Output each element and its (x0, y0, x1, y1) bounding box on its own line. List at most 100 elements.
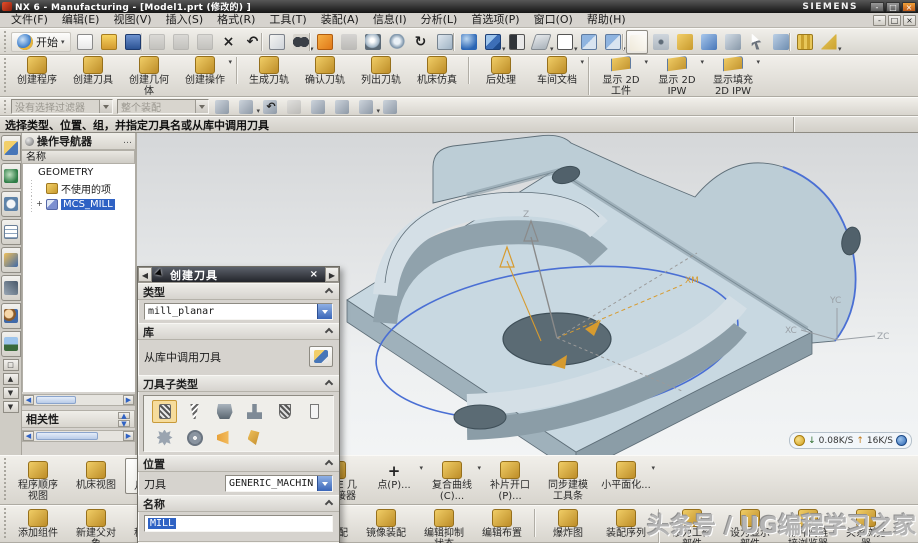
scroll-thumb[interactable] (36, 432, 98, 440)
toolbar-button[interactable]: ▾ (458, 30, 480, 54)
dialog-close-icon[interactable]: × (307, 269, 321, 280)
cam-toolbar-button[interactable]: 列出刀轨 ▾ (353, 54, 409, 87)
collapse-chevron-icon[interactable] (325, 287, 333, 295)
expander-icon[interactable] (27, 168, 36, 177)
toolbar-grip[interactable] (2, 100, 7, 113)
cam-toolbar-button[interactable]: 创建操作 ▾ (177, 54, 233, 87)
bottom-toolbar-button[interactable]: + 点(P)... ▾ (365, 458, 423, 492)
resource-bar-tab[interactable] (1, 135, 21, 161)
menu-item[interactable]: 工具(T) (262, 13, 313, 27)
tool-subtype-button[interactable] (152, 426, 177, 449)
subtype-section-header[interactable]: 刀具子类型 (138, 375, 339, 392)
toolbar-button[interactable]: ▾ (338, 30, 360, 54)
toolbar-button[interactable]: ▾ (674, 30, 696, 54)
cam-toolbar-button[interactable]: 创建刀具 ▾ (65, 54, 121, 87)
resource-bar-tab[interactable] (1, 191, 21, 217)
cam-toolbar-button[interactable]: 显示填充 2D IPW ▾ (705, 54, 761, 98)
resource-bar-tab[interactable] (1, 163, 21, 189)
library-section-header[interactable]: 库 (138, 323, 339, 340)
collapse-chevron-icon[interactable] (325, 459, 333, 467)
resource-scroll-down-button[interactable]: ▼ (3, 387, 19, 399)
scroll-right-button[interactable]: ▶ (123, 395, 134, 405)
tool-subtype-button[interactable] (242, 426, 267, 449)
bottom-toolbar-button[interactable]: 部件间链 接浏览器 ▾ (779, 506, 837, 543)
selection-bar-button[interactable]: ▾ (332, 98, 354, 116)
menu-item[interactable]: 编辑(E) (55, 13, 107, 27)
name-section-header[interactable]: 名称 (138, 495, 339, 512)
doc-minimize-button[interactable]: - (873, 15, 886, 26)
toolbar-button[interactable]: ▾ (698, 30, 720, 54)
selection-filter-combo[interactable]: 没有选择过滤器 (11, 99, 113, 114)
cam-toolbar-button[interactable]: 显示 2D 工件 ▾ (593, 54, 649, 98)
tool-subtype-button[interactable] (212, 426, 237, 449)
minimize-button[interactable]: - (870, 2, 884, 12)
expander-icon[interactable] (35, 184, 44, 193)
bottom-toolbar-button[interactable]: 爆炸图 ▾ (539, 506, 597, 540)
toolbar-button[interactable]: ▾ (794, 30, 816, 54)
toolbar-button[interactable]: ▾ (170, 30, 192, 54)
toolbar-button[interactable]: ▾ (650, 30, 672, 54)
combo-arrow-icon[interactable] (317, 476, 332, 491)
bottom-toolbar-button[interactable]: 同步建模 工具条 ▾ (539, 458, 597, 503)
bottom-toolbar-button[interactable]: 编辑布置 ▾ (473, 506, 531, 540)
toolbar-grip[interactable] (2, 58, 7, 94)
toolbar-button[interactable]: ▾ (746, 30, 768, 54)
cam-toolbar-button[interactable]: 确认刀轨 ▾ (297, 54, 353, 87)
selection-bar-button[interactable]: ▾ (380, 98, 402, 116)
tool-subtype-button[interactable] (212, 400, 237, 423)
toolbar-button[interactable]: ▾ (314, 30, 336, 54)
tool-subtype-button[interactable] (182, 400, 207, 423)
corner-hole[interactable] (454, 405, 506, 429)
dialog-tab[interactable]: 创建刀具 × (152, 267, 325, 282)
tree-row[interactable]: GEOMETRY (23, 164, 135, 180)
tool-subtype-button[interactable] (182, 426, 207, 449)
toolbar-button[interactable]: ▾ (98, 30, 120, 54)
toolbar-button[interactable]: ▾ (722, 30, 744, 54)
menu-item[interactable]: 首选项(P) (464, 13, 526, 27)
selection-bar-button[interactable]: ↶ ▾ (260, 98, 282, 116)
doc-close-button[interactable]: × (903, 15, 916, 26)
collapse-chevron-icon[interactable] (325, 327, 333, 335)
cam-toolbar-button[interactable]: 机床仿真 ▾ (409, 54, 465, 87)
scroll-thumb[interactable] (36, 396, 76, 404)
bottom-toolbar-button[interactable]: 设为显示 部件 ▾ (721, 506, 779, 543)
toolbar-button[interactable]: ▾ (506, 30, 528, 54)
type-section-header[interactable]: 类型 (138, 283, 339, 300)
bottom-toolbar-button[interactable]: 装配序列 ▾ (597, 506, 655, 540)
resource-bar-tab[interactable] (1, 331, 21, 357)
bottom-toolbar-button[interactable]: 机床视图 ▾ (67, 458, 125, 492)
dependencies-hscrollbar[interactable]: ◀ ▶ (22, 430, 135, 442)
menu-item[interactable]: 装配(A) (314, 13, 366, 27)
menu-item[interactable]: 文件(F) (4, 13, 55, 27)
cam-toolbar-button[interactable]: 创建几何 体 ▾ (121, 54, 177, 98)
bottom-toolbar-button[interactable]: 关系浏览 器 ▾ (837, 506, 895, 543)
cam-toolbar-button[interactable]: 显示 2D IPW ▾ (649, 54, 705, 98)
collapse-chevron-icon[interactable] (325, 499, 333, 507)
toolbar-grip[interactable] (2, 508, 7, 540)
dialog-back-icon[interactable]: ◀ (138, 267, 152, 282)
maximize-button[interactable]: □ (886, 2, 900, 12)
selection-bar-button[interactable]: ▾ (308, 98, 330, 116)
resource-bar-tab[interactable] (1, 219, 21, 245)
resource-bar-tab[interactable] (1, 247, 21, 273)
bottom-toolbar-button[interactable]: 程序顺序 视图 ▾ (9, 458, 67, 503)
cam-toolbar-button[interactable]: 创建程序 ▾ (9, 54, 65, 87)
combo-arrow-icon[interactable] (99, 100, 112, 113)
tool-name-input[interactable]: MILL (144, 515, 333, 532)
scroll-right-button[interactable]: ▶ (123, 431, 134, 441)
resource-bar-tab[interactable] (1, 275, 21, 301)
toolbar-button[interactable]: ▾ (530, 30, 552, 54)
bottom-toolbar-button[interactable]: 设为工作 部件 ▾ (663, 506, 721, 543)
cam-toolbar-button[interactable]: 后处理 ▾ (473, 54, 529, 87)
tool-subtype-button[interactable] (152, 400, 177, 423)
retrieve-tool-from-library-button[interactable] (309, 346, 333, 367)
selection-bar-button[interactable]: ▾ (236, 98, 258, 116)
dependencies-collapse-icon[interactable]: ▼ (118, 420, 130, 427)
navigator-hscrollbar[interactable]: ◀ ▶ (22, 394, 135, 406)
combo-arrow-icon[interactable] (195, 100, 208, 113)
cam-toolbar-button[interactable]: 生成刀轨 ▾ (241, 54, 297, 87)
toolbar-button[interactable]: ▾ (818, 30, 840, 54)
scroll-left-button[interactable]: ◀ (23, 431, 34, 441)
bottom-toolbar-button[interactable]: 新建父对 象 ▾ (67, 506, 125, 543)
toolbar-button[interactable]: ▾ (266, 30, 288, 54)
